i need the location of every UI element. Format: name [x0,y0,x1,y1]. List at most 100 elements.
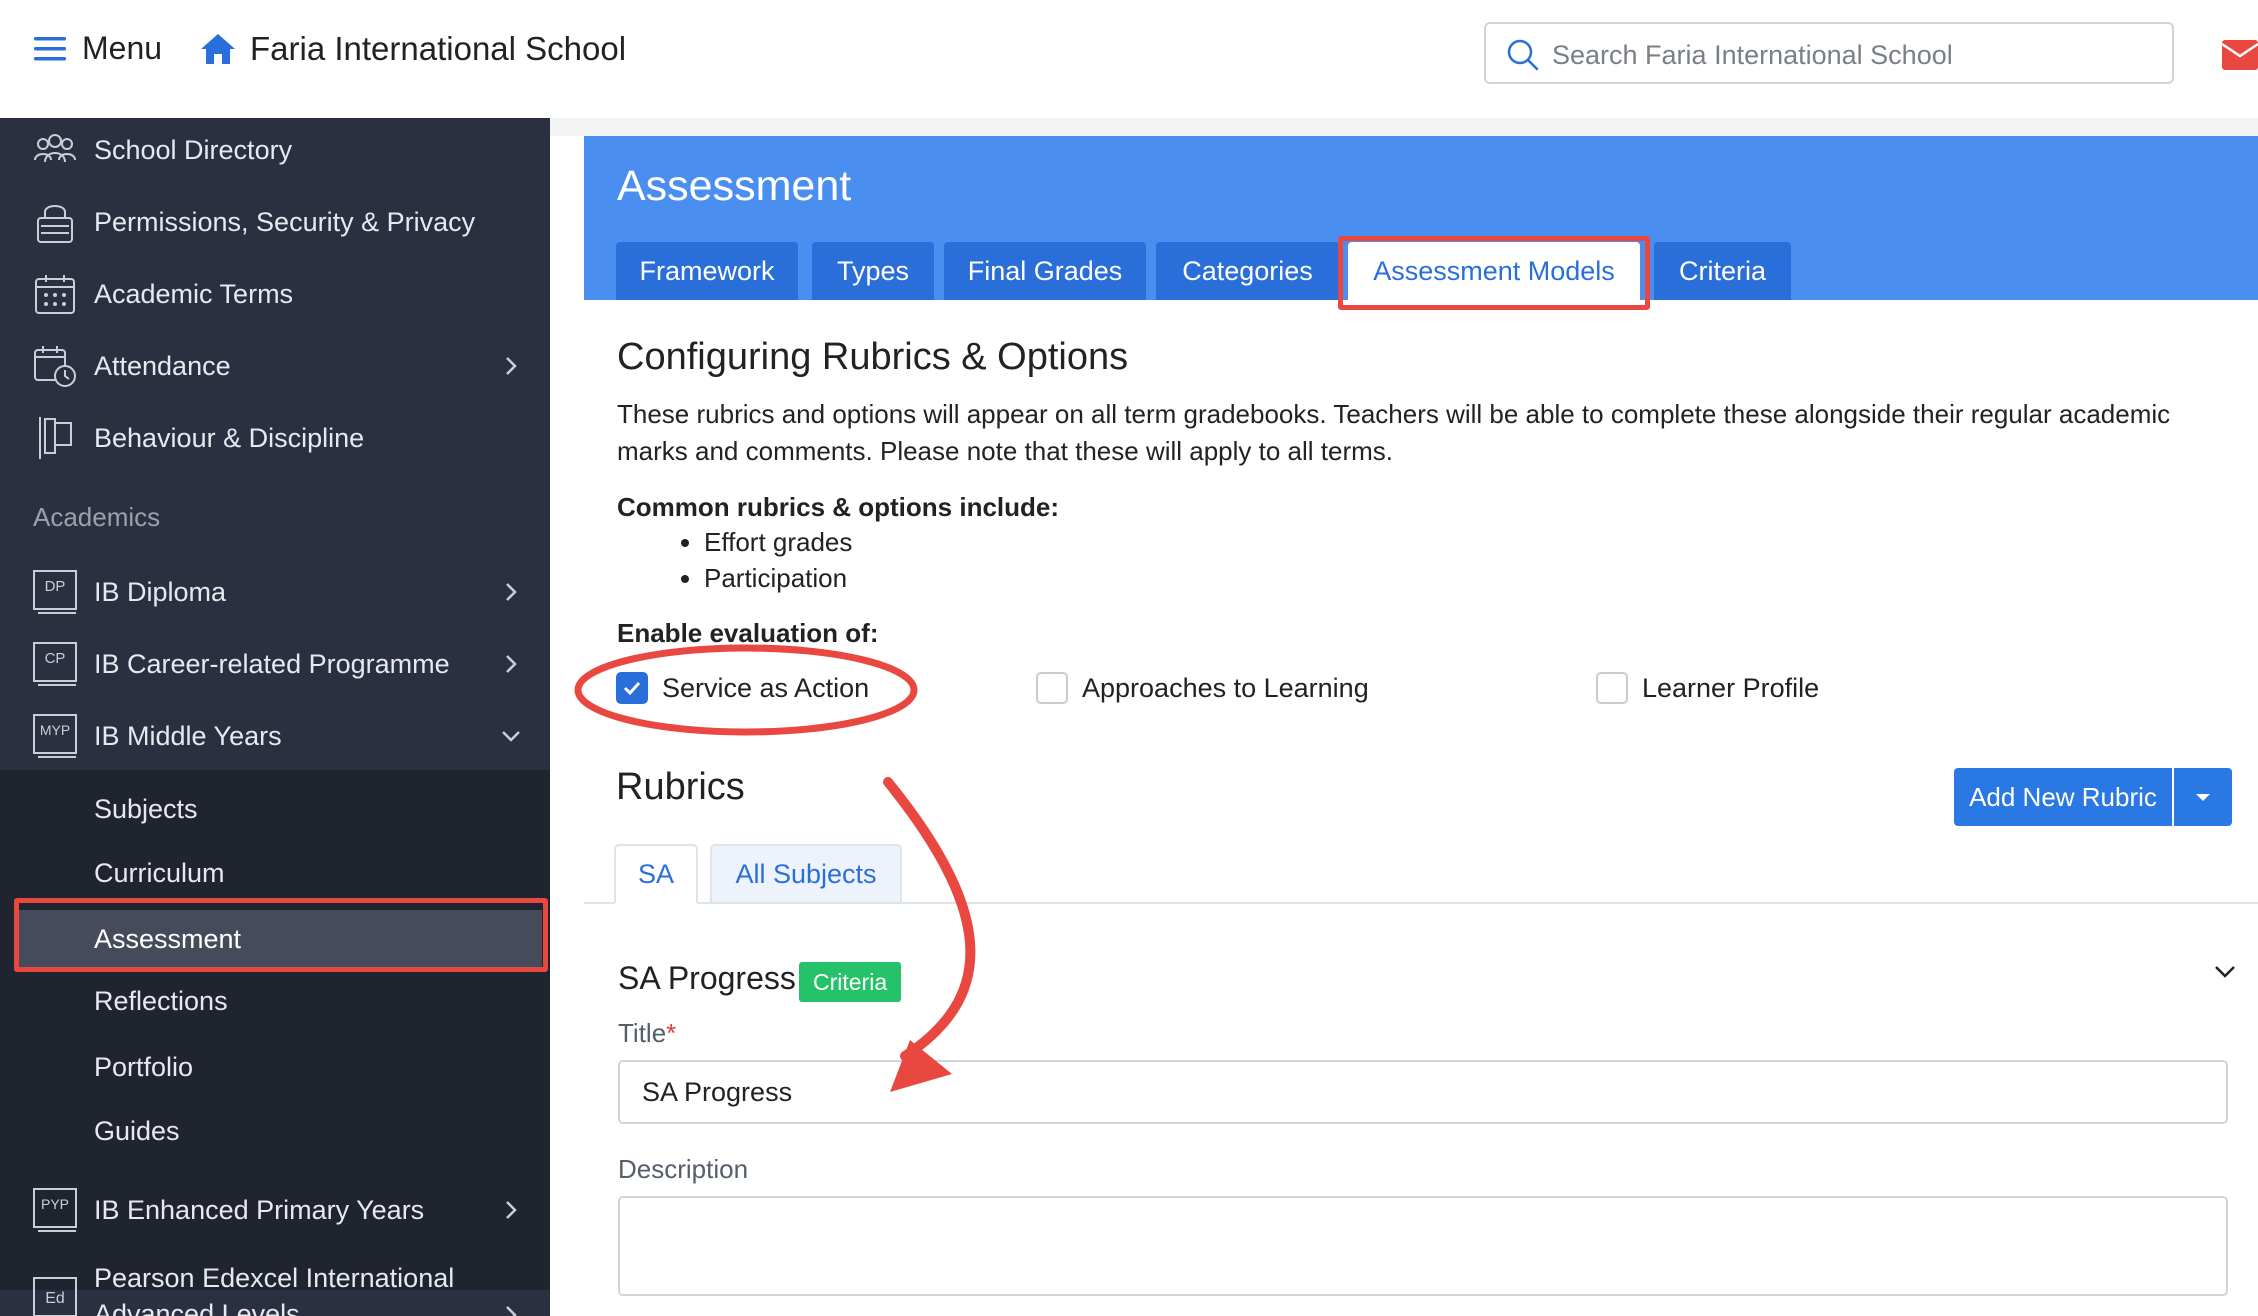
sidebar-item-ib-diploma[interactable]: DP IB Diploma [0,560,550,624]
programme-code: Ed [45,1290,65,1307]
chevron-down-icon [502,731,520,742]
submenu-item-reflections[interactable]: Reflections [0,972,550,1030]
sidebar-item-pearson-edexcel[interactable]: Ed Pearson Edexcel International Advance… [0,1256,550,1316]
checkmark-icon [623,681,641,696]
title-input-box [618,1060,2228,1124]
calendar-icon [32,271,78,317]
description-input-box [618,1196,2228,1296]
sidebar-item-academic-terms[interactable]: Academic Terms [0,262,550,326]
programme-dp-icon: DP [32,569,78,615]
chevron-right-icon [506,357,517,375]
school-home-link[interactable]: Faria International School [198,30,626,68]
tab-framework[interactable]: Framework [616,242,798,300]
sidebar-item-label: School Directory [94,134,293,165]
submenu-item-subjects[interactable]: Subjects [0,780,550,838]
sidebar-item-ib-primary-years[interactable]: PYP IB Enhanced Primary Years [0,1178,550,1242]
checkbox-learner-profile[interactable]: Learner Profile [1596,672,1819,704]
chevron-right-icon [506,583,517,601]
programme-myp-icon: MYP [32,713,78,759]
sidebar-item-label: Pearson Edexcel International Advanced L… [94,1263,455,1316]
caret-down-icon [2196,794,2210,801]
add-new-rubric-button[interactable]: Add New Rubric [1954,768,2172,826]
sidebar-item-label: IB Diploma [94,576,227,607]
programme-code: DP [45,578,66,595]
checkbox-service-as-action[interactable]: Service as Action [616,672,869,704]
description-textarea[interactable] [642,1214,2202,1284]
chevron-right-icon [506,1201,517,1219]
tab-types[interactable]: Types [812,242,934,300]
add-rubric-dropdown-button[interactable] [2174,768,2232,826]
tab-assessment-models[interactable]: Assessment Models [1348,242,1640,300]
sidebar-item-permissions[interactable]: Permissions, Security & Privacy [0,190,550,254]
submenu-item-label: Portfolio [94,1051,194,1082]
sidebar-item-label: IB Middle Years [94,720,282,751]
rubrics-heading: Rubrics [616,766,745,808]
submenu-item-assessment[interactable]: Assessment [16,910,542,968]
top-bar: Menu Faria International School [0,0,2258,119]
search-box [1484,22,2174,84]
sidebar-item-label: IB Career-related Programme [94,648,450,679]
programme-code: CP [45,650,66,667]
rubric-name: SA Progress [618,960,796,996]
home-icon [201,34,235,64]
sidebar-item-ib-career[interactable]: CP IB Career-related Programme [0,632,550,696]
submenu-item-label: Subjects [94,793,198,824]
rubric-tab-all-subjects[interactable]: All Subjects [710,844,902,904]
checkbox-unchecked[interactable] [1036,672,1068,704]
submenu-item-guides[interactable]: Guides [0,1102,550,1160]
annotation-arrow-line [883,777,976,1061]
search-input[interactable] [1550,32,2154,78]
sidebar-item-label: Permissions, Security & Privacy [94,206,476,237]
school-name: Faria International School [250,30,627,67]
title-field-label: Title* [618,1018,676,1049]
title-input[interactable] [642,1062,2202,1122]
criteria-badge: Criteria [799,962,902,1002]
submenu-item-curriculum[interactable]: Curriculum [0,844,550,902]
sidebar-item-behaviour[interactable]: Behaviour & Discipline [0,406,550,470]
description-text: These rubrics and options will appear on… [617,399,2171,466]
submenu-item-label: Reflections [94,985,228,1016]
checkbox-label: Service as Action [662,672,870,703]
description-field-label: Description [618,1154,749,1184]
calendar-clock-icon [32,343,78,389]
menu-label: Menu [82,30,163,66]
submenu-item-label: Guides [94,1115,180,1146]
programme-ed-icon: Ed [32,1276,78,1316]
list-item: Participation [704,560,852,596]
tab-criteria[interactable]: Criteria [1654,242,1791,300]
hamburger-icon [34,36,66,60]
chevron-down-icon[interactable] [2210,960,2240,984]
programme-pyp-icon: PYP [32,1187,78,1233]
submenu-item-label: Assessment [94,923,242,954]
search-icon [1507,39,1539,71]
programme-code: MYP [40,722,70,738]
programme-cp-icon: CP [32,641,78,687]
sidebar-item-ib-middle-years[interactable]: MYP IB Middle Years [0,704,550,768]
sidebar-item-label: Academic Terms [94,278,294,309]
title-label-text: Title [618,1018,667,1048]
chevron-right-icon [506,1306,517,1316]
page-title: Assessment [617,162,852,210]
mail-icon[interactable] [2222,38,2258,72]
menu-button[interactable]: Menu [32,30,162,67]
sidebar-item-school-directory[interactable]: School Directory [0,118,550,182]
checkbox-unchecked[interactable] [1596,672,1628,704]
checkbox-approaches-to-learning[interactable]: Approaches to Learning [1036,672,1369,704]
people-group-icon [32,127,78,173]
sidebar-item-attendance[interactable]: Attendance [0,334,550,398]
sidebar: School Directory Permissions, Security &… [0,118,550,1316]
sidebar-item-label: Attendance [94,350,231,381]
required-marker: * [666,1018,677,1048]
tab-categories[interactable]: Categories [1156,242,1339,300]
tab-final-grades[interactable]: Final Grades [944,242,1146,300]
sidebar-item-label: Behaviour & Discipline [94,422,365,453]
common-rubrics-label: Common rubrics & options include: [617,492,1060,522]
submenu-item-portfolio[interactable]: Portfolio [0,1038,550,1096]
chevron-right-icon [506,655,517,673]
lock-icon [32,199,78,245]
checkbox-label: Approaches to Learning [1082,672,1369,703]
rubric-tab-sa[interactable]: SA [614,844,698,904]
sidebar-section-academics: Academics [33,502,161,532]
submenu-item-label: Curriculum [94,857,225,888]
checkbox-checked[interactable] [616,672,648,704]
